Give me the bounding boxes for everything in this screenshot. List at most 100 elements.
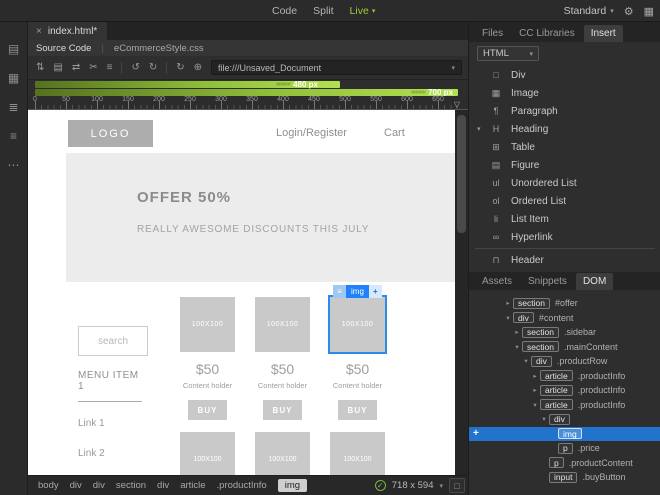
transfer-files-icon[interactable]: ⇄ <box>72 62 80 73</box>
dom-node[interactable]: ▸ section #offer <box>469 296 660 311</box>
media-query-bar-480[interactable]: ««««« 480 px <box>35 80 340 89</box>
collapse-icon[interactable]: ▾ <box>503 314 513 322</box>
add-element-icon[interactable]: + <box>368 285 382 298</box>
insert-item-unordered-list[interactable]: ul Unordered List <box>469 174 660 192</box>
chevron-down-icon[interactable]: ▾ <box>372 7 376 15</box>
dom-node[interactable]: input .buyButton <box>469 470 660 485</box>
tag-selector-item[interactable]: .productInfo <box>217 480 267 491</box>
document-tab[interactable]: × index.html* <box>28 22 108 40</box>
address-bar[interactable]: file:///Unsaved_Document ▾ <box>211 60 462 75</box>
expand-icon[interactable]: ▸ <box>530 386 540 394</box>
product-image[interactable]: 100X100 <box>180 432 235 475</box>
dom-node[interactable]: p .productContent <box>469 456 660 471</box>
tab-cc-libraries[interactable]: CC Libraries <box>512 25 582 42</box>
tab-snippets[interactable]: Snippets <box>521 273 574 290</box>
browser-globe-icon[interactable]: ⊕ <box>194 62 202 73</box>
buy-button[interactable]: BUY <box>338 400 377 420</box>
tag-selector-item[interactable]: div <box>157 480 169 491</box>
files-panel-icon[interactable]: ▤ <box>8 42 19 56</box>
sidebar-link[interactable]: Link 1 <box>78 418 105 429</box>
tag-selector-item[interactable]: body <box>38 480 59 491</box>
css-designer-icon[interactable]: ≣ <box>8 100 18 114</box>
device-preview-button[interactable]: □ <box>449 478 465 493</box>
collapse-icon[interactable]: ▾ <box>512 343 522 351</box>
buy-button[interactable]: BUY <box>263 400 302 420</box>
media-query-bar-700[interactable]: ««««« 700 px <box>35 88 458 97</box>
buy-button[interactable]: BUY <box>188 400 227 420</box>
file-management-icon[interactable]: ⇅ <box>36 62 44 73</box>
tag-selector-item[interactable]: div <box>93 480 105 491</box>
refresh-icon[interactable]: ↻ <box>176 62 184 73</box>
selected-element-tag[interactable]: img <box>346 285 369 298</box>
insert-category-dropdown[interactable]: HTML ▾ <box>477 46 539 61</box>
cart-link[interactable]: Cart <box>384 127 405 139</box>
tag-selector-item[interactable]: article <box>180 480 205 491</box>
expand-icon[interactable]: ▸ <box>530 372 540 380</box>
insert-item-hyperlink[interactable]: ∞ Hyperlink <box>469 228 660 246</box>
insert-item-div[interactable]: □ Div <box>469 66 660 84</box>
dom-node-selected[interactable]: + img <box>469 426 660 441</box>
tag-selector-item-selected[interactable]: img <box>277 479 308 492</box>
preferences-gear-icon[interactable]: ⚙ <box>624 5 634 18</box>
add-element-icon[interactable]: + <box>473 428 479 439</box>
insert-item-header[interactable]: ⊓ Header <box>469 251 660 269</box>
cut-icon[interactable]: ✂ <box>89 62 97 73</box>
insert-item-image[interactable]: ▦ Image <box>469 84 660 102</box>
dom-node[interactable]: ▾ div <box>469 412 660 427</box>
product-image[interactable]: 100X100 <box>330 432 385 475</box>
window-size-display[interactable]: 718 x 594 <box>392 480 434 491</box>
dom-panel-icon[interactable]: ≡ <box>10 129 17 143</box>
vertical-scrollbar[interactable] <box>455 110 468 475</box>
chevron-down-icon[interactable]: ▾ <box>529 50 533 58</box>
tab-insert[interactable]: Insert <box>583 25 623 42</box>
dom-node[interactable]: ▸ article .productInfo <box>469 369 660 384</box>
insert-panel-icon[interactable]: ▦ <box>8 71 19 85</box>
collapse-icon[interactable]: ▾ <box>530 401 540 409</box>
scrollbar-thumb[interactable] <box>457 115 466 233</box>
insert-item-list-item[interactable]: li List Item <box>469 210 660 228</box>
preview-files-icon[interactable]: ▤ <box>53 62 62 73</box>
dom-node[interactable]: ▾ article .productInfo <box>469 398 660 413</box>
login-register-link[interactable]: Login/Register <box>276 127 347 139</box>
element-grip-icon[interactable]: ≡ <box>333 285 346 298</box>
product-image[interactable]: 100X100 <box>255 297 310 352</box>
dom-node[interactable]: p .price <box>469 441 660 456</box>
collapse-icon[interactable]: ▾ <box>521 357 531 365</box>
workspace-switcher[interactable]: Standard <box>564 5 607 17</box>
dom-node[interactable]: ▾ section .mainContent <box>469 340 660 355</box>
chevron-down-icon[interactable]: ▾ <box>610 7 614 15</box>
code-navigator-icon[interactable]: ≡ <box>107 62 113 73</box>
scrubber-marker-icon[interactable]: ▽ <box>454 100 460 109</box>
chevron-down-icon[interactable]: ▾ <box>477 125 487 133</box>
expand-icon[interactable]: ▸ <box>503 299 513 307</box>
workspace-layout-icon[interactable]: ▦ <box>644 5 654 18</box>
tab-dom[interactable]: DOM <box>575 273 614 290</box>
source-code-button[interactable]: Source Code <box>36 43 91 54</box>
live-view-button[interactable]: Live ▾ <box>350 5 376 17</box>
dom-node[interactable]: ▸ section .sidebar <box>469 325 660 340</box>
dom-node[interactable]: ▾ div #content <box>469 311 660 326</box>
tag-selector-item[interactable]: section <box>116 480 146 491</box>
tag-selector-item[interactable]: div <box>70 480 82 491</box>
redo-icon[interactable]: ↻ <box>149 62 157 73</box>
tab-assets[interactable]: Assets <box>475 273 519 290</box>
insert-item-figure[interactable]: ▤ Figure <box>469 156 660 174</box>
close-tab-icon[interactable]: × <box>36 26 42 37</box>
insert-item-table[interactable]: ⊞ Table <box>469 138 660 156</box>
collapse-icon[interactable]: ▾ <box>539 415 549 423</box>
insert-item-paragraph[interactable]: ¶ Paragraph <box>469 102 660 120</box>
related-css-file-button[interactable]: eCommerceStyle.css <box>114 43 204 54</box>
dom-node[interactable]: ▾ div .productRow <box>469 354 660 369</box>
undo-icon[interactable]: ↺ <box>131 62 139 73</box>
more-panels-icon[interactable]: ⋯ <box>8 158 20 172</box>
code-view-button[interactable]: Code <box>272 5 297 17</box>
dom-node[interactable]: ▸ article .productInfo <box>469 383 660 398</box>
insert-item-ordered-list[interactable]: ol Ordered List <box>469 192 660 210</box>
split-view-button[interactable]: Split <box>313 5 333 17</box>
chevron-down-icon[interactable]: ▾ <box>451 64 455 72</box>
expand-icon[interactable]: ▸ <box>512 328 522 336</box>
sidebar-link[interactable]: Link 2 <box>78 448 105 459</box>
product-image[interactable]: 100X100 <box>180 297 235 352</box>
chevron-down-icon[interactable]: ▾ <box>439 482 443 490</box>
tab-files[interactable]: Files <box>475 25 510 42</box>
